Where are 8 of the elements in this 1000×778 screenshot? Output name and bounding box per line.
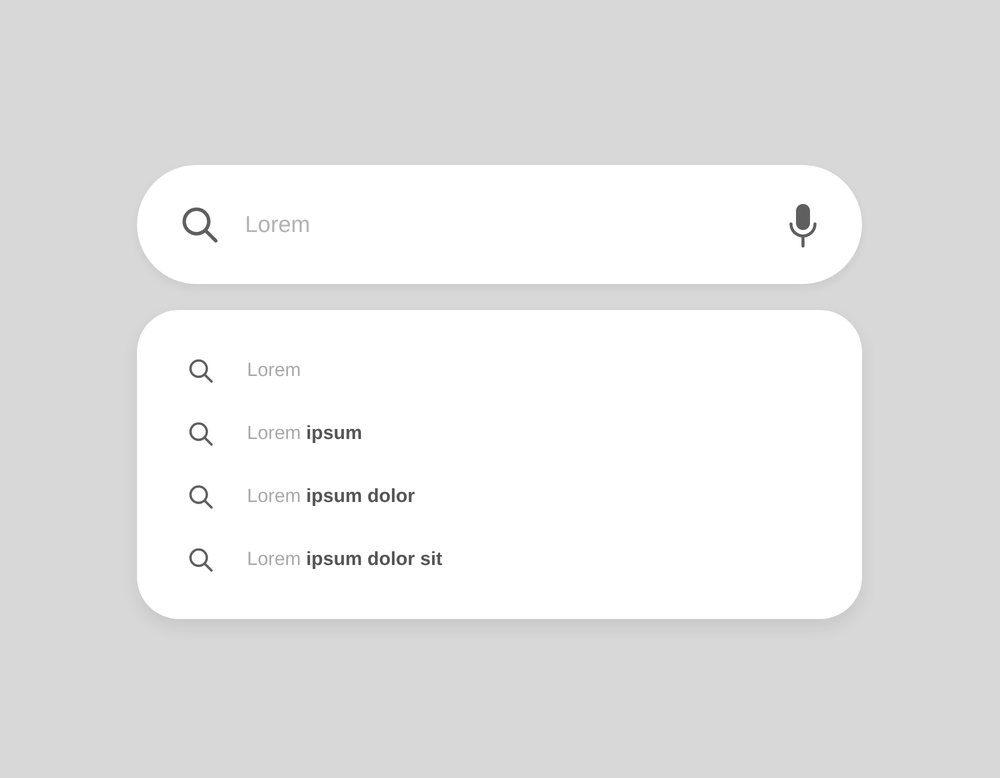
search-icon [187, 482, 215, 510]
suggestion-item[interactable]: Lorem ipsum dolor sit [247, 548, 442, 570]
search-icon [187, 546, 215, 574]
search-field[interactable]: Lorem [245, 204, 762, 244]
search-icon [187, 420, 215, 448]
suggestion-item[interactable]: Lorem ipsum [247, 422, 362, 444]
suggestion-item[interactable]: Lorem ipsum dolor [247, 486, 415, 508]
search-icon [187, 356, 215, 384]
